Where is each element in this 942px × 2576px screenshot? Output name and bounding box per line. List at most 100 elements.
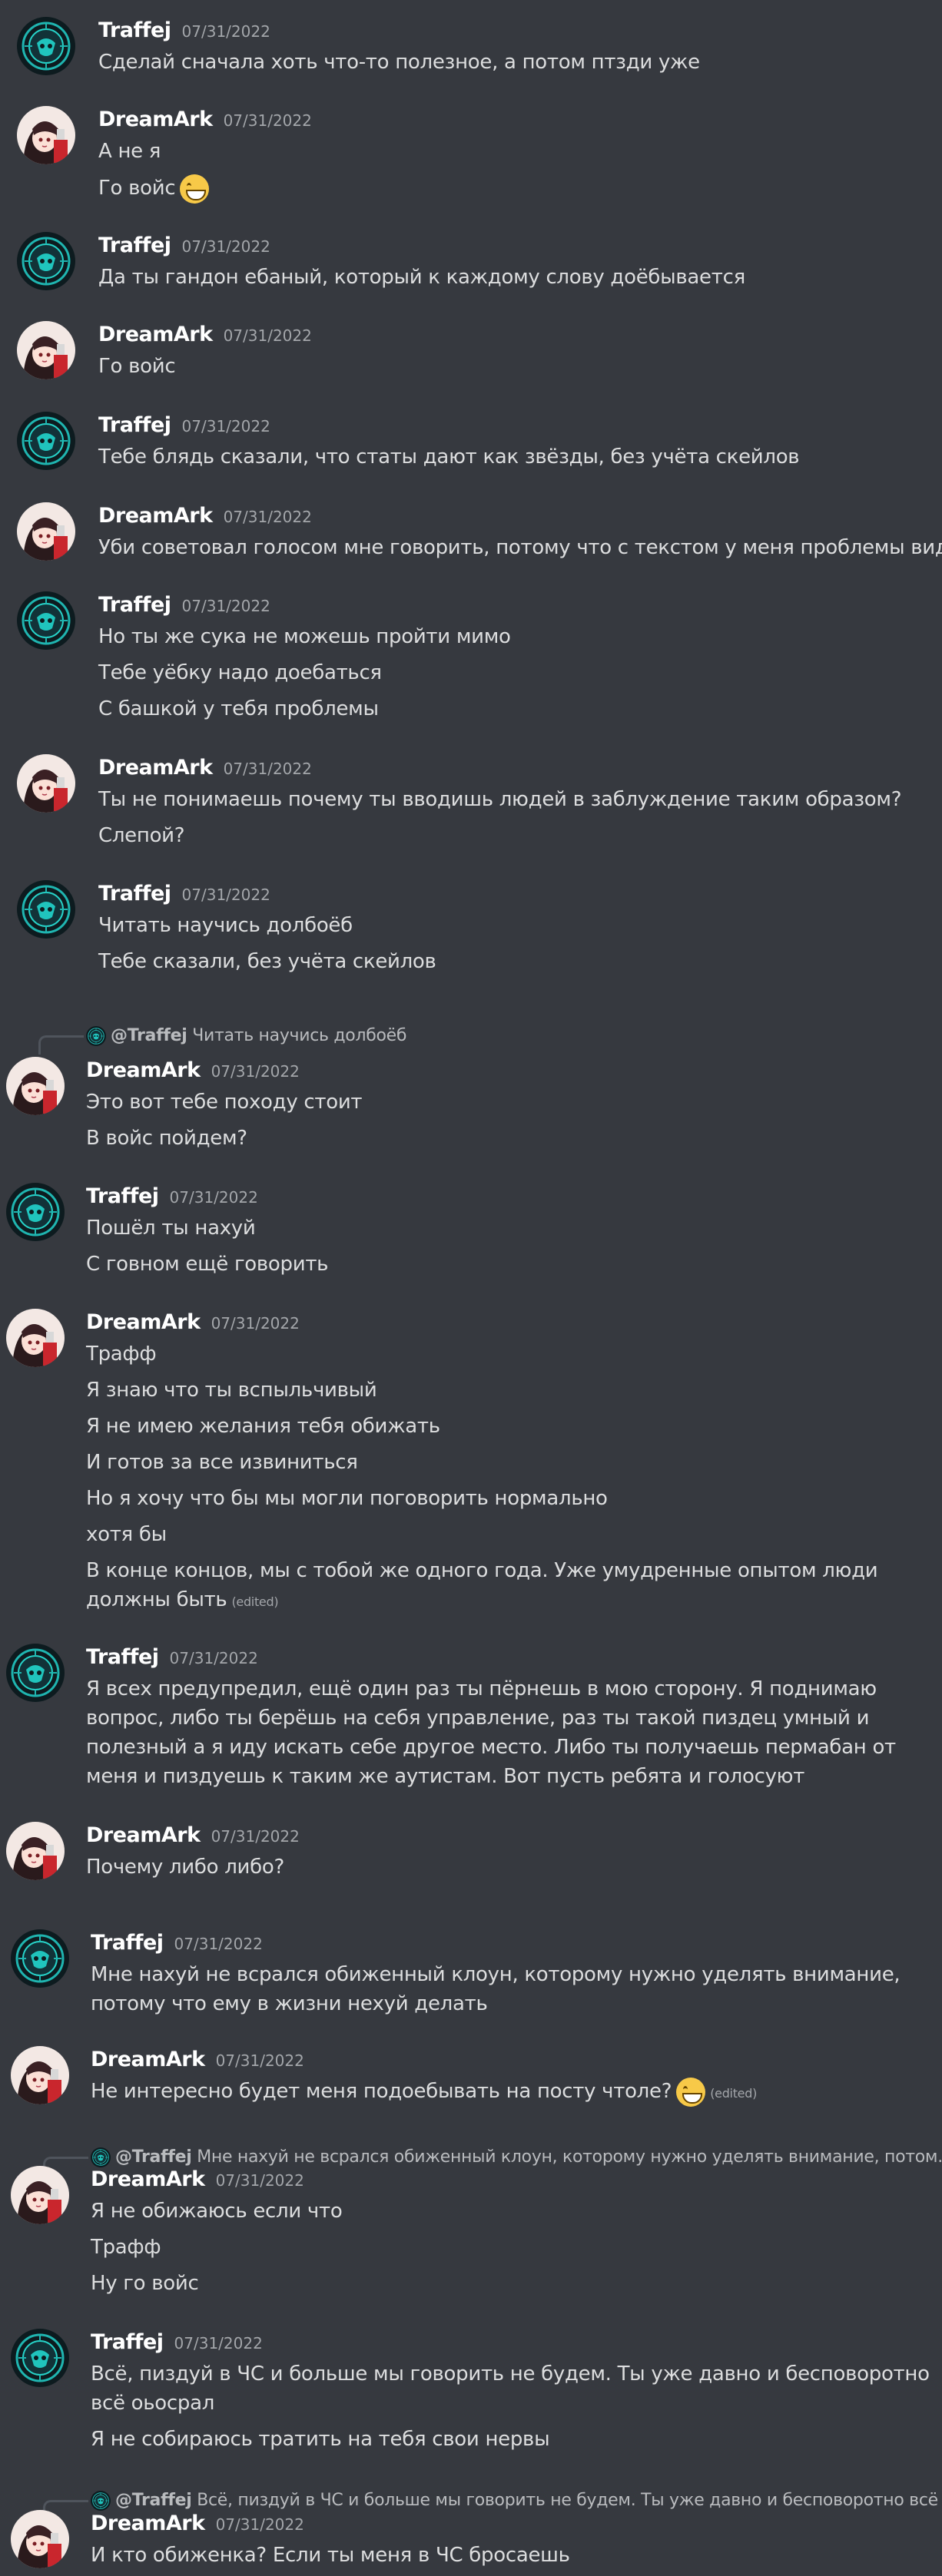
avatar[interactable] [11, 2046, 69, 2104]
message-text: С говном ещё говорить [86, 1253, 329, 1276]
message-text: В конце концов, мы с тобой же одного год… [86, 1559, 878, 1611]
reply-preview[interactable]: @Traffej Читать научись долбоёб [86, 1026, 406, 1046]
message-text: Не интересно будет меня подоебывать на п… [91, 2080, 672, 2103]
message-text: Всё, пиздуй в ЧС и больше мы говорить не… [91, 2362, 930, 2415]
author-name[interactable]: Traffej [86, 1184, 159, 1208]
message-text: Да ты гандон ебаный, который к каждому с… [98, 266, 745, 289]
message-text: Ну го войс [91, 2272, 199, 2295]
reply-preview[interactable]: @Traffej Всё, пиздуй в ЧС и больше мы го… [91, 2491, 942, 2511]
author-name[interactable]: DreamArk [98, 504, 213, 528]
reply-text: Мне нахуй не всрался обиженный клоун, ко… [197, 2147, 942, 2167]
author-name[interactable]: Traffej [98, 593, 171, 617]
timestamp: 07/31/2022 [181, 597, 270, 615]
message-header: Traffej 07/31/2022 [86, 1184, 258, 1208]
message-header: DreamArk 07/31/2022 [91, 2511, 304, 2535]
reply-author[interactable]: @Traffej [115, 2491, 192, 2510]
message-header: Traffej 07/31/2022 [98, 18, 270, 42]
message-text: Почему либо либо? [86, 1856, 284, 1879]
message-text: Уби советовал голосом мне говорить, пото… [98, 536, 942, 559]
author-name[interactable]: DreamArk [86, 1058, 201, 1082]
avatar[interactable] [17, 17, 75, 75]
timestamp: 07/31/2022 [169, 1188, 258, 1207]
message-text: И готов за все извиниться [86, 1451, 358, 1474]
author-name[interactable]: Traffej [98, 882, 171, 906]
timestamp: 07/31/2022 [215, 2171, 304, 2190]
message-header: DreamArk 07/31/2022 [86, 1310, 300, 1334]
author-name[interactable]: DreamArk [98, 108, 213, 131]
avatar[interactable] [11, 2510, 69, 2568]
message-header: DreamArk 07/31/2022 [86, 1058, 300, 1082]
avatar[interactable] [11, 2166, 69, 2224]
reply-text: Читать научись долбоёб [192, 1026, 407, 1045]
message-text: Я всех предупредил, ещё один раз ты пёрн… [86, 1677, 896, 1788]
message-text: Тебе уёбку надо доебаться [98, 661, 382, 684]
message-text: Но я хочу что бы мы могли поговорить нор… [86, 1487, 608, 1510]
avatar[interactable] [17, 412, 75, 470]
avatar[interactable] [17, 591, 75, 650]
author-name[interactable]: DreamArk [91, 2167, 205, 2191]
author-name[interactable]: DreamArk [98, 323, 213, 346]
avatar[interactable] [11, 1929, 69, 1988]
timestamp: 07/31/2022 [223, 508, 312, 526]
edited-label: (edited) [710, 2086, 758, 2101]
message-header: DreamArk 07/31/2022 [98, 108, 312, 131]
message-text: Сделай сначала хоть что-то полезное, а п… [98, 51, 700, 74]
message-text-with-emoji: Го войс [98, 174, 210, 204]
grinning-emoji-icon [676, 2077, 706, 2107]
reply-avatar [91, 2147, 111, 2167]
reply-avatar [91, 2491, 111, 2511]
author-name[interactable]: Traffej [98, 233, 171, 257]
avatar[interactable] [6, 1822, 65, 1880]
author-name[interactable]: Traffej [91, 2330, 164, 2354]
message-text: Тебе сказали, без учёта скейлов [98, 950, 436, 973]
message-header: DreamArk 07/31/2022 [98, 504, 312, 528]
message-text: Го войс [98, 177, 176, 200]
avatar[interactable] [17, 880, 75, 939]
timestamp: 07/31/2022 [174, 1935, 263, 1953]
message-header: DreamArk 07/31/2022 [86, 1823, 300, 1847]
avatar[interactable] [17, 502, 75, 561]
message-text: Трафф [91, 2236, 161, 2259]
timestamp: 07/31/2022 [181, 22, 270, 41]
reply-author[interactable]: @Traffej [111, 1026, 187, 1045]
message-header: Traffej 07/31/2022 [98, 593, 270, 617]
reply-text: Всё, пиздуй в ЧС и больше мы говорить не… [197, 2491, 942, 2510]
avatar[interactable] [6, 1183, 65, 1241]
message-header: DreamArk 07/31/2022 [98, 323, 312, 346]
message-text: Я не обижаюсь если что [91, 2200, 343, 2223]
message-header: Traffej 07/31/2022 [91, 1931, 263, 1955]
timestamp: 07/31/2022 [181, 237, 270, 256]
reply-author[interactable]: @Traffej [115, 2147, 192, 2167]
avatar[interactable] [17, 754, 75, 813]
timestamp: 07/31/2022 [181, 886, 270, 904]
message-header: Traffej 07/31/2022 [98, 233, 270, 257]
author-name[interactable]: DreamArk [86, 1823, 201, 1847]
timestamp: 07/31/2022 [211, 1062, 300, 1081]
message-header: DreamArk 07/31/2022 [91, 2167, 304, 2191]
author-name[interactable]: DreamArk [86, 1310, 201, 1334]
message-text: Это вот тебе походу стоит [86, 1091, 363, 1114]
avatar[interactable] [6, 1057, 65, 1115]
timestamp: 07/31/2022 [169, 1649, 258, 1667]
message-text: Ты не понимаешь почему ты вводишь людей … [98, 788, 902, 811]
avatar[interactable] [11, 2329, 69, 2387]
author-name[interactable]: DreamArk [91, 2048, 205, 2071]
message-header: Traffej 07/31/2022 [98, 413, 270, 437]
author-name[interactable]: Traffej [91, 1931, 164, 1955]
author-name[interactable]: DreamArk [91, 2511, 205, 2535]
message-text-wrapped: В конце концов, мы с тобой же одного год… [86, 1556, 942, 1617]
avatar[interactable] [17, 106, 75, 164]
author-name[interactable]: Traffej [86, 1645, 159, 1669]
timestamp: 07/31/2022 [174, 2334, 263, 2353]
avatar[interactable] [17, 232, 75, 290]
avatar[interactable] [6, 1309, 65, 1367]
author-name[interactable]: Traffej [98, 18, 171, 42]
message-text: С башкой у тебя проблемы [98, 697, 379, 720]
author-name[interactable]: Traffej [98, 413, 171, 437]
avatar[interactable] [6, 1644, 65, 1702]
message-text: Читать научись долбоёб [98, 914, 353, 937]
timestamp: 07/31/2022 [211, 1827, 300, 1846]
avatar[interactable] [17, 321, 75, 379]
author-name[interactable]: DreamArk [98, 756, 213, 780]
reply-preview[interactable]: @Traffej Мне нахуй не всрался обиженный … [91, 2147, 942, 2167]
